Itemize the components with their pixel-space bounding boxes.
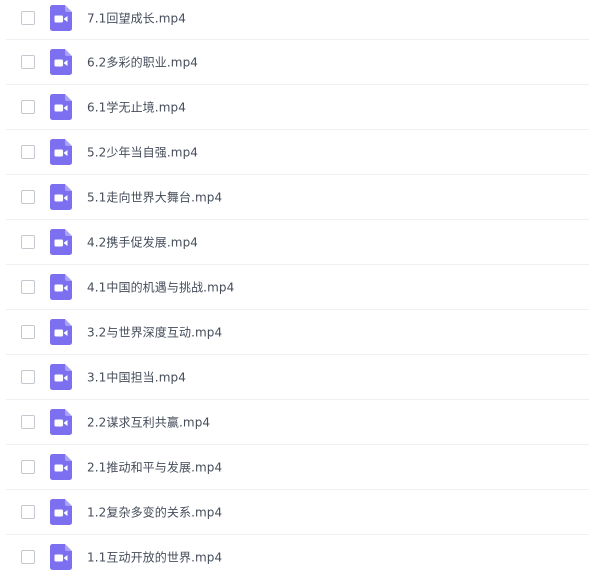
file-row[interactable]: 5.1走向世界大舞台.mp4 <box>6 175 589 220</box>
file-row[interactable]: 7.1回望成长.mp4 <box>6 0 589 40</box>
file-name[interactable]: 7.1回望成长.mp4 <box>87 10 186 27</box>
file-row[interactable]: 3.1中国担当.mp4 <box>6 355 589 400</box>
select-checkbox[interactable] <box>21 460 35 474</box>
file-name[interactable]: 2.1推动和平与发展.mp4 <box>87 459 222 476</box>
file-row[interactable]: 2.1推动和平与发展.mp4 <box>6 445 589 490</box>
video-file-icon <box>50 229 72 255</box>
video-file-icon <box>50 364 72 390</box>
file-name[interactable]: 5.2少年当自强.mp4 <box>87 144 198 161</box>
file-name[interactable]: 2.2谋求互利共赢.mp4 <box>87 414 210 431</box>
file-name[interactable]: 5.1走向世界大舞台.mp4 <box>87 189 222 206</box>
file-list: 7.1回望成长.mp4 6.2多彩的职业.mp4 6.1学无止境.mp4 5.2… <box>0 0 593 578</box>
file-name[interactable]: 3.1中国担当.mp4 <box>87 369 186 386</box>
file-row[interactable]: 1.1互动开放的世界.mp4 <box>6 535 589 578</box>
select-checkbox[interactable] <box>21 325 35 339</box>
select-checkbox[interactable] <box>21 280 35 294</box>
video-file-icon <box>50 139 72 165</box>
video-file-icon <box>50 319 72 345</box>
video-file-icon <box>50 94 72 120</box>
video-file-icon <box>50 5 72 31</box>
file-name[interactable]: 1.1互动开放的世界.mp4 <box>87 549 222 566</box>
select-checkbox[interactable] <box>21 370 35 384</box>
video-file-icon <box>50 49 72 75</box>
video-file-icon <box>50 184 72 210</box>
select-checkbox[interactable] <box>21 145 35 159</box>
select-checkbox[interactable] <box>21 11 35 25</box>
file-row[interactable]: 4.1中国的机遇与挑战.mp4 <box>6 265 589 310</box>
select-checkbox[interactable] <box>21 190 35 204</box>
file-row[interactable]: 6.1学无止境.mp4 <box>6 85 589 130</box>
file-name[interactable]: 1.2复杂多变的关系.mp4 <box>87 504 222 521</box>
file-row[interactable]: 6.2多彩的职业.mp4 <box>6 40 589 85</box>
file-row[interactable]: 2.2谋求互利共赢.mp4 <box>6 400 589 445</box>
select-checkbox[interactable] <box>21 235 35 249</box>
video-file-icon <box>50 454 72 480</box>
video-file-icon <box>50 274 72 300</box>
video-file-icon <box>50 499 72 525</box>
video-file-icon <box>50 544 72 570</box>
file-row[interactable]: 4.2携手促发展.mp4 <box>6 220 589 265</box>
file-name[interactable]: 4.2携手促发展.mp4 <box>87 234 198 251</box>
file-name[interactable]: 4.1中国的机遇与挑战.mp4 <box>87 279 234 296</box>
video-file-icon <box>50 409 72 435</box>
select-checkbox[interactable] <box>21 55 35 69</box>
file-row[interactable]: 5.2少年当自强.mp4 <box>6 130 589 175</box>
select-checkbox[interactable] <box>21 415 35 429</box>
file-name[interactable]: 6.1学无止境.mp4 <box>87 99 186 116</box>
file-row[interactable]: 1.2复杂多变的关系.mp4 <box>6 490 589 535</box>
select-checkbox[interactable] <box>21 505 35 519</box>
file-name[interactable]: 3.2与世界深度互动.mp4 <box>87 324 222 341</box>
select-checkbox[interactable] <box>21 100 35 114</box>
file-name[interactable]: 6.2多彩的职业.mp4 <box>87 54 198 71</box>
select-checkbox[interactable] <box>21 550 35 564</box>
file-row[interactable]: 3.2与世界深度互动.mp4 <box>6 310 589 355</box>
